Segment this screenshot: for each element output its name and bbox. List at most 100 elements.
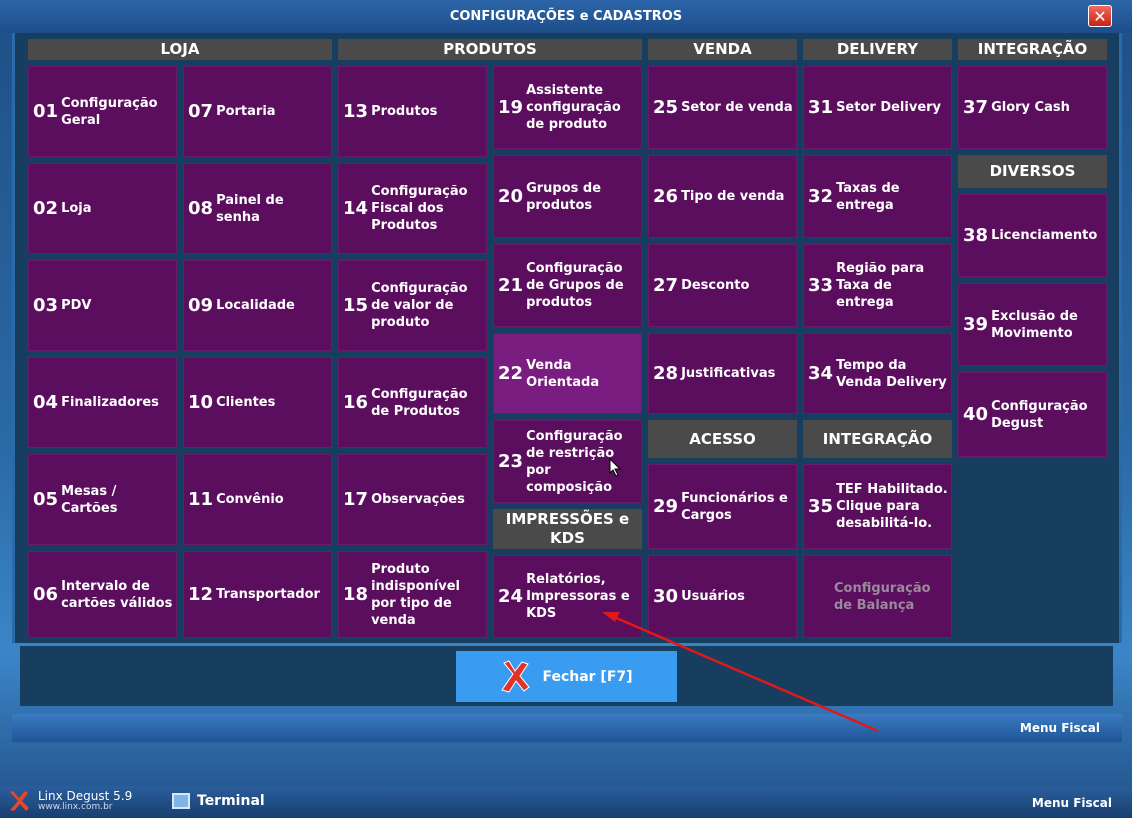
tile-label: Intervalo de cartões válidos [61, 578, 173, 611]
tile-grupos-produtos[interactable]: 20 Grupos de produtos [493, 155, 642, 238]
close-x-icon [500, 659, 531, 694]
tile-label: Desconto [681, 278, 750, 293]
tile-label: Venda Orientada [526, 357, 600, 390]
tile-configuracao-degust[interactable]: 40 Configuração Degust [958, 372, 1107, 457]
tile-number: 25 [653, 97, 679, 118]
tile-number: 10 [188, 392, 214, 413]
tile-label: Funcionários e Cargos [681, 490, 788, 523]
tile-label: Justificativas [681, 366, 776, 381]
tile-regiao-taxa[interactable]: 33 Região para Taxa de entrega [803, 244, 952, 327]
tile-transportador[interactable]: 12 Transportador [183, 551, 332, 638]
tile-portaria[interactable]: 07 Portaria [183, 66, 332, 157]
tile-assistente-configuracao[interactable]: 19 Assistente configuração de produto [493, 66, 642, 149]
tile-number: 07 [188, 101, 214, 122]
tile-tempo-venda-delivery[interactable]: 34 Tempo da Venda Delivery [803, 333, 952, 414]
app-site: www.linx.com.br [38, 802, 113, 812]
tile-number: 14 [343, 198, 369, 219]
tile-configuracao-balanca: Configuração de Balança [803, 555, 952, 638]
tile-number: 12 [188, 584, 214, 605]
tile-justificativas[interactable]: 28 Justificativas [648, 333, 797, 414]
tile-number: 21 [498, 275, 524, 296]
tile-finalizadores[interactable]: 04 Finalizadores [28, 357, 177, 448]
tile-desconto[interactable]: 27 Desconto [648, 244, 797, 327]
tile-funcionarios-cargos[interactable]: 29 Funcionários e Cargos [648, 464, 797, 549]
tile-licenciamento[interactable]: 38 Licenciamento [958, 194, 1107, 277]
tile-venda-orientada[interactable]: 22 Venda Orientada [493, 333, 642, 414]
tile-number: 15 [343, 295, 369, 316]
tile-observacoes[interactable]: 17 Observações [338, 454, 487, 545]
tile-glory-cash[interactable]: 37 Glory Cash [958, 66, 1107, 149]
tile-number: 28 [653, 363, 679, 384]
tile-usuarios[interactable]: 30 Usuários [648, 555, 797, 638]
tile-setor-venda[interactable]: 25 Setor de venda [648, 66, 797, 149]
menu-fiscal-taskbar[interactable]: Menu Fiscal [1032, 796, 1112, 810]
tile-configuracao-geral[interactable]: 01 Configuração Geral [28, 66, 177, 157]
tile-number: 06 [33, 584, 59, 605]
tile-label: Observações [371, 492, 465, 507]
fechar-button[interactable]: Fechar [F7] [456, 651, 677, 702]
tile-configuracao-fiscal[interactable]: 14 Configuração Fiscal dos Produtos [338, 163, 487, 254]
terminal-button[interactable]: Terminal [172, 793, 265, 809]
tile-number: 02 [33, 198, 59, 219]
header-venda: VENDA [648, 39, 797, 60]
tile-label: Grupos de produtos [526, 180, 602, 213]
tile-label: Tempo da Venda Delivery [836, 357, 947, 390]
tile-number: 32 [808, 186, 834, 207]
tile-produtos[interactable]: 13 Produtos [338, 66, 487, 157]
tile-taxas-entrega[interactable]: 32 Taxas de entrega [803, 155, 952, 238]
tile-intervalo-cartoes[interactable]: 06 Intervalo de cartões válidos [28, 551, 177, 638]
tile-mesas-cartoes[interactable]: 05 Mesas / Cartões [28, 454, 177, 545]
tile-label: Taxas de entrega [836, 180, 900, 213]
tile-label: Transportador [216, 587, 320, 602]
tile-loja[interactable]: 02 Loja [28, 163, 177, 254]
header-impressoes-kds: IMPRESSÕES e KDS [493, 509, 642, 549]
tile-number: 01 [33, 101, 59, 122]
tile-label: Tipo de venda [681, 189, 785, 204]
tile-label: Configuração Fiscal dos Produtos [371, 184, 468, 233]
tile-number: 03 [33, 295, 59, 316]
tile-label: Relatórios, Impressoras e KDS [526, 572, 630, 621]
tile-tipo-venda[interactable]: 26 Tipo de venda [648, 155, 797, 238]
tile-label: Usuários [681, 589, 745, 604]
header-diversos: DIVERSOS [958, 155, 1107, 188]
monitor-icon [172, 793, 190, 809]
linx-logo-icon [10, 791, 29, 811]
header-delivery: DELIVERY [803, 39, 952, 60]
header-acesso: ACESSO [648, 420, 797, 458]
tile-convenio[interactable]: 11 Convênio [183, 454, 332, 545]
tile-number: 35 [808, 496, 834, 517]
app-name: Linx Degust 5.9 [38, 789, 133, 803]
tile-number: 17 [343, 489, 369, 510]
tile-exclusao-movimento[interactable]: 39 Exclusão de Movimento [958, 283, 1107, 366]
tile-configuracao-produtos[interactable]: 16 Configuração de Produtos [338, 357, 487, 448]
tile-number: 34 [808, 363, 834, 384]
tile-number: 13 [343, 101, 369, 122]
tile-number: 33 [808, 275, 834, 296]
tile-number: 11 [188, 489, 214, 510]
tile-number: 24 [498, 586, 524, 607]
tile-label: Painel de senha [216, 192, 284, 225]
tile-tef-habilitado[interactable]: 35 TEF Habilitado. Clique para desabilitá… [803, 464, 952, 549]
tile-label: PDV [61, 298, 92, 313]
tile-label: Produto indisponível por tipo de venda [371, 561, 460, 628]
tile-localidade[interactable]: 09 Localidade [183, 260, 332, 351]
tile-produto-indisponivel[interactable]: 18 Produto indisponível por tipo de venda [338, 551, 487, 638]
tile-relatorios-impressoras[interactable]: 24 Relatórios, Impressoras e KDS [493, 555, 642, 638]
tile-number: 40 [963, 404, 989, 425]
tile-number: 04 [33, 392, 59, 413]
tile-label: Setor Delivery [836, 100, 942, 115]
window-title-bar: CONFIGURAÇÕES e CADASTROS ✕ [0, 0, 1132, 33]
menu-fiscal-link[interactable]: Menu Fiscal [1020, 721, 1100, 735]
tile-clientes[interactable]: 10 Clientes [183, 357, 332, 448]
tile-setor-delivery[interactable]: 31 Setor Delivery [803, 66, 952, 149]
tile-number: 05 [33, 489, 59, 510]
tile-configuracao-grupos[interactable]: 21 Configuração de Grupos de produtos [493, 244, 642, 327]
tile-pdv[interactable]: 03 PDV [28, 260, 177, 351]
tile-number: 20 [498, 186, 524, 207]
tile-label: Licenciamento [991, 228, 1098, 243]
tile-painel-senha[interactable]: 08 Painel de senha [183, 163, 332, 254]
tile-label: Portaria [216, 104, 276, 119]
close-icon[interactable]: ✕ [1088, 5, 1112, 27]
tile-configuracao-valor[interactable]: 15 Configuração de valor de produto [338, 260, 487, 351]
tile-number: 18 [343, 584, 369, 605]
